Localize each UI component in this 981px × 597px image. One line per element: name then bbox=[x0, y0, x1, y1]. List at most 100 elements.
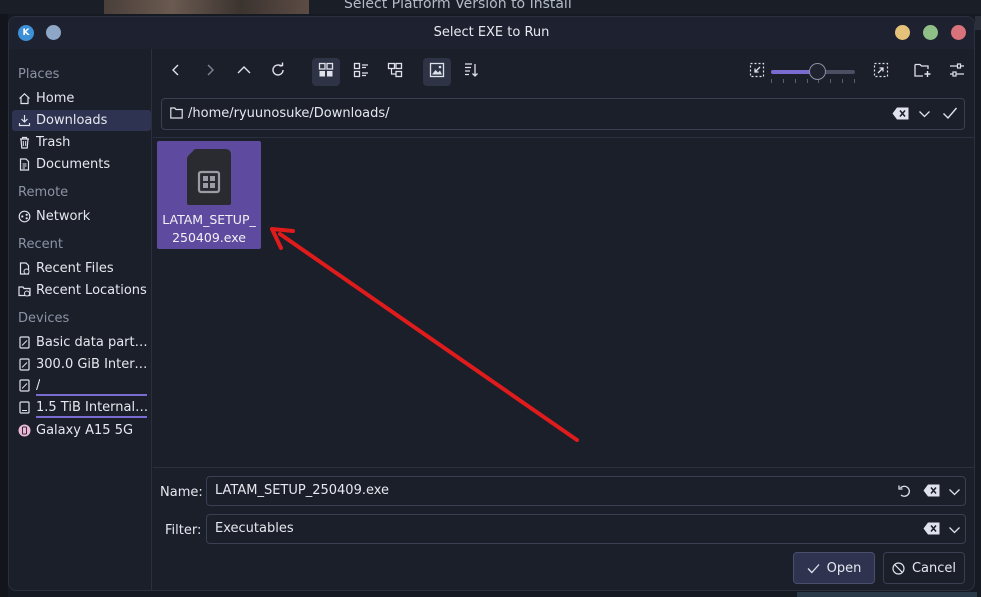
reload-button[interactable] bbox=[264, 58, 292, 86]
settings-sliders-icon bbox=[949, 62, 965, 82]
file-view[interactable]: LATAM_SETUP_ 250409.exe bbox=[153, 137, 974, 467]
image-preview-icon bbox=[429, 62, 445, 82]
section-header-devices: Devices bbox=[18, 311, 70, 326]
zoom-out-icon bbox=[749, 62, 765, 82]
file-name-line2: 250409.exe bbox=[172, 230, 246, 245]
tree-view-button[interactable] bbox=[381, 58, 409, 86]
phone-icon bbox=[18, 424, 31, 437]
zoom-out-button[interactable] bbox=[743, 58, 771, 86]
new-folder-icon bbox=[914, 62, 932, 82]
sidebar-item-300gib-drive[interactable]: 300.0 GiB Internal Drive bbox=[12, 354, 151, 375]
cancel-button[interactable]: Cancel bbox=[883, 552, 965, 584]
sidebar-item-documents[interactable]: Documents bbox=[12, 154, 151, 175]
preview-button[interactable] bbox=[423, 58, 451, 86]
background-thumbnail bbox=[104, 0, 309, 14]
trash-icon bbox=[18, 136, 31, 149]
close-window-button[interactable] bbox=[951, 25, 966, 40]
chevron-down-icon[interactable] bbox=[948, 524, 961, 539]
zoom-in-button[interactable] bbox=[867, 58, 895, 86]
dialog-footer: Name: LATAM_SETUP_250409.exe Filter: Exe… bbox=[153, 467, 974, 590]
list-view-icon bbox=[353, 62, 369, 82]
chevron-down-icon[interactable] bbox=[918, 108, 931, 123]
tree-view-icon bbox=[387, 62, 403, 82]
sidebar-item-basic-data-partition[interactable]: Basic data partition bbox=[12, 332, 151, 353]
sidebar-item-label: Documents bbox=[36, 157, 111, 172]
open-button[interactable]: Open bbox=[793, 552, 875, 584]
grid-view-icon bbox=[318, 62, 334, 82]
drive-usage-bar bbox=[36, 394, 147, 396]
file-name: LATAM_SETUP_ 250409.exe bbox=[157, 211, 261, 247]
filter-value[interactable]: Executables bbox=[215, 521, 294, 536]
file-name-line1: LATAM_SETUP_ bbox=[162, 212, 256, 227]
filename-value[interactable]: LATAM_SETUP_250409.exe bbox=[215, 483, 389, 498]
parent-folder-button[interactable] bbox=[230, 58, 258, 86]
sidebar-item-label: Trash bbox=[36, 135, 71, 150]
recent-locations-icon bbox=[18, 284, 31, 297]
location-path[interactable]: /home/ryuunosuke/Downloads/ bbox=[188, 106, 390, 121]
toolbar bbox=[153, 49, 974, 97]
sidebar-item-trash[interactable]: Trash bbox=[12, 132, 151, 153]
location-bar[interactable]: /home/ryuunosuke/Downloads/ bbox=[161, 98, 965, 130]
new-folder-button[interactable] bbox=[909, 58, 937, 86]
sidebar-item-recent-files[interactable]: Recent Files bbox=[12, 258, 151, 279]
zoom-slider[interactable] bbox=[771, 63, 855, 83]
minimize-button[interactable] bbox=[895, 25, 910, 40]
cancel-button-label: Cancel bbox=[911, 560, 957, 576]
title-bar[interactable]: K Select EXE to Run bbox=[9, 17, 974, 49]
options-menu-button[interactable] bbox=[943, 58, 971, 86]
sidebar-item-label: 300.0 GiB Internal Drive bbox=[36, 357, 151, 372]
name-label: Name: bbox=[160, 485, 203, 500]
download-icon bbox=[18, 114, 31, 127]
background-desktop: Select Platform Version to Install bbox=[0, 0, 981, 14]
checkmark-icon[interactable] bbox=[942, 106, 958, 124]
chevron-down-icon[interactable] bbox=[948, 486, 961, 501]
sidebar-item-label: 1.5 TiB Internal Drive bbox=[36, 400, 151, 415]
recent-files-icon bbox=[18, 262, 31, 275]
sidebar-item-label: Recent Locations bbox=[36, 283, 147, 298]
file-dialog-window: K Select EXE to Run Places Home Download… bbox=[8, 16, 975, 591]
drive-icon bbox=[18, 358, 31, 371]
filename-field[interactable]: LATAM_SETUP_250409.exe bbox=[206, 476, 966, 506]
filter-label: Filter: bbox=[165, 523, 202, 538]
sidebar-item-network[interactable]: Network bbox=[12, 206, 151, 227]
sidebar-item-galaxy-a15[interactable]: Galaxy A15 5G bbox=[12, 420, 151, 441]
sidebar-item-label: Downloads bbox=[36, 113, 108, 128]
window-title: Select EXE to Run bbox=[433, 25, 550, 40]
sidebar-item-home[interactable]: Home bbox=[12, 88, 151, 109]
sidebar-item-1-5tib-drive[interactable]: 1.5 TiB Internal Drive bbox=[12, 397, 151, 418]
cancel-icon bbox=[892, 561, 905, 575]
chevron-right-icon bbox=[203, 63, 217, 81]
open-button-label: Open bbox=[826, 560, 862, 576]
back-button[interactable] bbox=[162, 58, 190, 86]
folder-icon bbox=[170, 107, 183, 123]
section-header-recent: Recent bbox=[18, 237, 63, 252]
file-item[interactable]: LATAM_SETUP_ 250409.exe bbox=[157, 141, 261, 249]
places-sidebar: Places Home Downloads Trash Documents Re… bbox=[9, 49, 152, 590]
drive-usage-bar bbox=[36, 416, 147, 418]
sidebar-item-label: Home bbox=[36, 91, 75, 106]
zoom-slider-handle[interactable] bbox=[808, 63, 826, 80]
document-icon bbox=[18, 158, 31, 171]
icons-view-button[interactable] bbox=[312, 58, 340, 86]
compact-view-button[interactable] bbox=[347, 58, 375, 86]
section-header-remote: Remote bbox=[18, 185, 69, 200]
background-window-title: Select Platform Version to Install bbox=[344, 0, 572, 12]
sidebar-item-recent-locations[interactable]: Recent Locations bbox=[12, 280, 151, 301]
background-edge bbox=[0, 14, 8, 597]
sidebar-item-downloads[interactable]: Downloads bbox=[12, 110, 151, 131]
maximize-button[interactable] bbox=[923, 25, 938, 40]
clear-text-icon[interactable] bbox=[923, 484, 940, 501]
sort-button[interactable] bbox=[457, 58, 485, 86]
clear-text-icon[interactable] bbox=[923, 522, 940, 539]
background-edge-right bbox=[975, 16, 981, 30]
forward-button[interactable] bbox=[196, 58, 224, 86]
home-icon bbox=[18, 92, 31, 105]
sidebar-item-root-drive[interactable]: / bbox=[12, 375, 151, 396]
section-header-places: Places bbox=[18, 67, 60, 82]
clear-text-icon[interactable] bbox=[892, 107, 909, 124]
sidebar-item-label: Recent Files bbox=[36, 261, 114, 276]
sidebar-item-label: Network bbox=[36, 209, 91, 224]
drive-icon bbox=[18, 401, 31, 414]
undo-icon[interactable] bbox=[897, 484, 911, 502]
filter-combobox[interactable]: Executables bbox=[206, 514, 966, 544]
